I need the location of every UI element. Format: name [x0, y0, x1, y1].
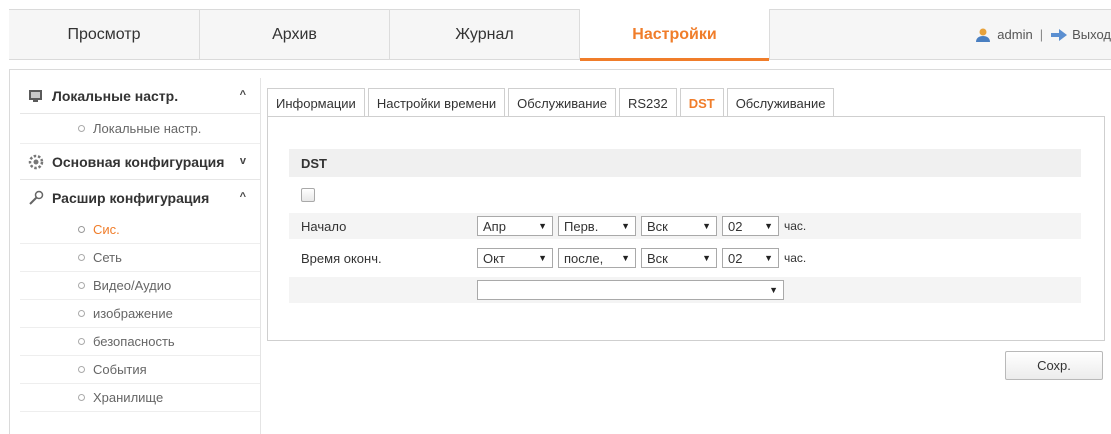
wrench-icon — [28, 190, 44, 206]
user-separator: | — [1039, 27, 1044, 42]
tab-maintenance-2[interactable]: Обслуживание — [726, 88, 835, 117]
top-navigation: Просмотр Архив Журнал Настройки — [9, 9, 770, 61]
select-value: 02 — [728, 218, 743, 234]
user-icon — [975, 27, 991, 43]
sidebar-item-label: Сис. — [93, 222, 120, 237]
dst-start-row: Начало Апр ▼ Перв. ▼ Вск ▼ 02 ▼ час. — [289, 213, 1081, 239]
dst-bias-row: ▼ — [289, 277, 1081, 303]
hour-unit-label: час. — [784, 219, 807, 233]
sidebar-item-network[interactable]: Сеть — [20, 244, 260, 272]
sidebar-group-label: Расшир конфигурация — [52, 190, 210, 206]
dropdown-arrow-icon: ▼ — [621, 221, 630, 231]
end-label: Время оконч. — [301, 250, 382, 266]
select-value: Вск — [647, 250, 668, 266]
dropdown-arrow-icon: ▼ — [702, 221, 711, 231]
sidebar-group-local[interactable]: Локальные настр. ^ — [20, 78, 260, 114]
dst-end-row: Время оконч. Окт ▼ после, ▼ Вск ▼ 02 ▼ час. — [289, 245, 1081, 271]
start-day-select[interactable]: Вск ▼ — [641, 216, 717, 236]
start-week-select[interactable]: Перв. ▼ — [558, 216, 636, 236]
start-label: Начало — [301, 218, 347, 234]
nav-tab-log[interactable]: Журнал — [390, 9, 580, 60]
settings-tabs: Информации Настройки времени Обслуживани… — [267, 88, 837, 117]
dropdown-arrow-icon: ▼ — [769, 285, 778, 295]
dropdown-arrow-icon: ▼ — [702, 253, 711, 263]
sidebar-item-label: Локальные настр. — [93, 121, 202, 136]
select-value: Перв. — [564, 218, 599, 234]
sidebar-item-video-audio[interactable]: Видео/Аудио — [20, 272, 260, 300]
logout-link[interactable]: Выход — [1072, 27, 1111, 42]
sidebar-item-security[interactable]: безопасность — [20, 328, 260, 356]
select-value: Вск — [647, 218, 668, 234]
chevron-up-icon[interactable]: ^ — [240, 191, 246, 203]
save-button[interactable]: Сохр. — [1005, 351, 1103, 380]
end-hour-select[interactable]: 02 ▼ — [722, 248, 779, 268]
sidebar-item-label: безопасность — [93, 334, 175, 349]
hour-unit-label: час. — [784, 251, 807, 265]
bullet-icon — [78, 310, 85, 317]
select-value: Апр — [483, 218, 506, 234]
chevron-down-icon[interactable]: v — [240, 155, 246, 167]
gear-icon — [28, 154, 44, 170]
sidebar-divider — [260, 78, 261, 434]
dropdown-arrow-icon: ▼ — [621, 253, 630, 263]
sidebar-item-system[interactable]: Сис. — [20, 216, 260, 244]
username[interactable]: admin — [997, 27, 1032, 42]
select-value: Окт — [483, 250, 505, 266]
end-week-select[interactable]: после, ▼ — [558, 248, 636, 268]
dropdown-arrow-icon: ▼ — [764, 221, 773, 231]
bullet-icon — [78, 125, 85, 132]
user-area: admin | Выход — [975, 9, 1111, 60]
sidebar-group-label: Основная конфигурация — [52, 153, 225, 170]
end-day-select[interactable]: Вск ▼ — [641, 248, 717, 268]
bullet-icon — [78, 282, 85, 289]
sidebar-item-label: Видео/Аудио — [93, 278, 172, 293]
bullet-icon — [78, 366, 85, 373]
dropdown-arrow-icon: ▼ — [538, 253, 547, 263]
sidebar-item-events[interactable]: События — [20, 356, 260, 384]
dst-bias-select[interactable]: ▼ — [477, 280, 784, 300]
chevron-up-icon[interactable]: ^ — [240, 89, 246, 101]
start-month-select[interactable]: Апр ▼ — [477, 216, 553, 236]
tab-maintenance[interactable]: Обслуживание — [508, 88, 616, 117]
bullet-icon — [78, 394, 85, 401]
dropdown-arrow-icon: ▼ — [764, 253, 773, 263]
nav-tab-live-view[interactable]: Просмотр — [9, 9, 200, 60]
sidebar-item-label: Сеть — [93, 250, 122, 265]
tab-rs232[interactable]: RS232 — [618, 88, 677, 117]
bullet-icon — [78, 338, 85, 345]
tab-information[interactable]: Информации — [267, 88, 365, 117]
sidebar-group-label: Локальные настр. — [52, 87, 179, 104]
dropdown-arrow-icon: ▼ — [538, 221, 547, 231]
sidebar-item-storage[interactable]: Хранилище — [20, 384, 260, 412]
bullet-icon — [78, 254, 85, 261]
select-value: после, — [564, 250, 604, 266]
section-title: DST — [289, 149, 1081, 177]
logout-icon[interactable] — [1050, 28, 1068, 41]
tab-dst[interactable]: DST — [679, 88, 724, 117]
end-month-select[interactable]: Окт ▼ — [477, 248, 553, 268]
sidebar-item-label: События — [93, 362, 147, 377]
sidebar-group-advanced[interactable]: Расшир конфигурация ^ — [20, 180, 260, 216]
sidebar-item-label: Хранилище — [93, 390, 164, 405]
sidebar: Локальные настр. ^ Локальные настр. Осно… — [20, 78, 260, 412]
nav-tab-configuration[interactable]: Настройки — [580, 9, 770, 61]
tab-time-settings[interactable]: Настройки времени — [367, 88, 506, 117]
start-hour-select[interactable]: 02 ▼ — [722, 216, 779, 236]
nav-tab-playback[interactable]: Архив — [200, 9, 390, 60]
sidebar-item-image[interactable]: изображение — [20, 300, 260, 328]
sidebar-group-basic[interactable]: Основная конфигурация v — [20, 144, 260, 180]
select-value: 02 — [728, 250, 743, 266]
bullet-icon — [78, 226, 85, 233]
sidebar-item-label: изображение — [93, 306, 173, 321]
dst-enable-checkbox[interactable] — [301, 188, 315, 202]
monitor-icon — [28, 88, 44, 104]
sidebar-item-local-settings[interactable]: Локальные настр. — [20, 114, 260, 144]
